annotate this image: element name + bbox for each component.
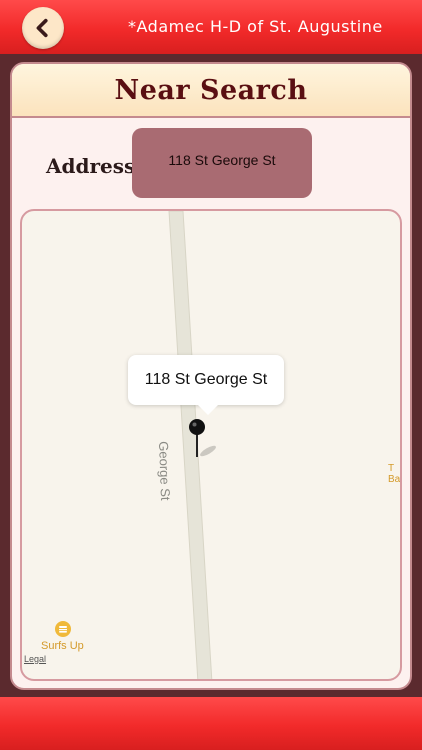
edge-poi-label[interactable]: T Ba <box>388 463 400 485</box>
address-label: Address <box>46 154 136 178</box>
back-button[interactable] <box>22 7 64 49</box>
poi-label[interactable]: Surfs Up <box>41 640 84 652</box>
burger-icon <box>59 626 67 633</box>
bottom-bar <box>0 697 422 750</box>
street-label: George St <box>156 441 174 501</box>
address-value: 118 St George St <box>168 152 276 168</box>
app-title: *Adamec H-D of St. Augustine <box>128 17 383 36</box>
top-bar: *Adamec H-D of St. Augustine <box>0 0 422 54</box>
app-root: *Adamec H-D of St. Augustine Near Search… <box>0 0 422 750</box>
location-pin-icon[interactable] <box>182 417 222 467</box>
callout-text: 118 St George St <box>144 371 268 388</box>
legal-link[interactable]: Legal <box>24 654 46 664</box>
chevron-left-icon <box>36 18 48 38</box>
page-title: Near Search <box>114 74 308 106</box>
card-header: Near Search <box>12 64 410 118</box>
edge-label-line1: T <box>388 463 395 474</box>
restaurant-icon[interactable] <box>55 621 71 637</box>
edge-label-line2: Ba <box>388 474 401 485</box>
pin-callout[interactable]: 118 St George St <box>128 355 284 415</box>
near-search-card: Near Search Address 118 St George St Geo… <box>10 62 412 690</box>
map-view[interactable]: George St 118 St George St Surfs Up T Ba… <box>20 209 402 681</box>
address-field[interactable]: 118 St George St <box>132 128 312 198</box>
